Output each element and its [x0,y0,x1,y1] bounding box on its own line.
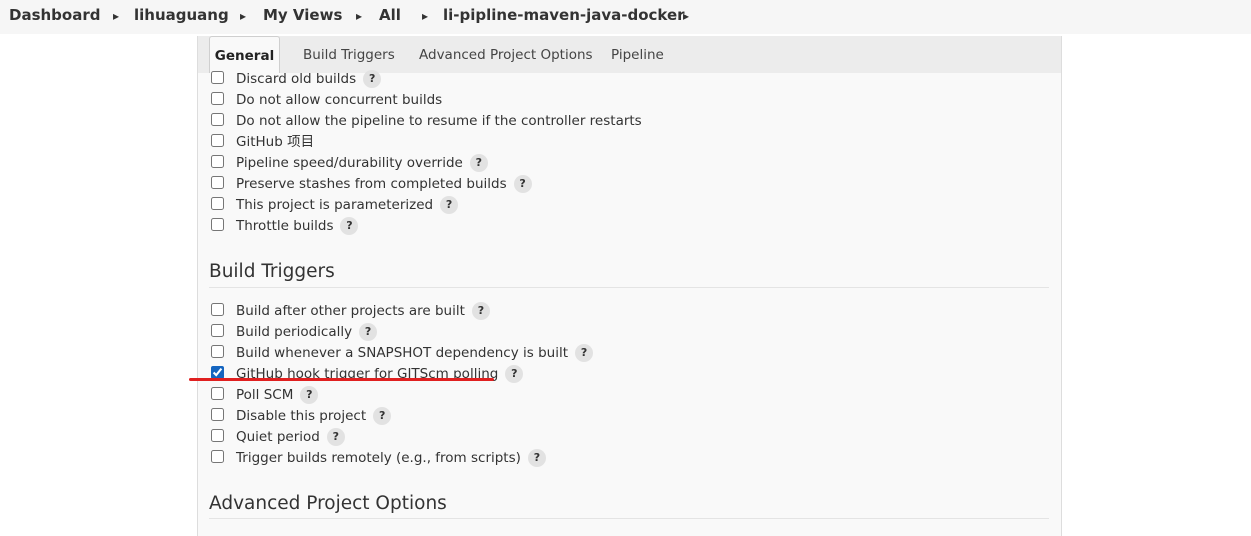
help-icon[interactable]: ? [373,407,392,425]
option-label: GitHub hook trigger for GITScm polling? [236,364,524,384]
option-label: This project is parameterized? [236,195,459,215]
config-panel: General Build Triggers Advanced Project … [197,36,1062,536]
chevron-right-icon[interactable]: ▸ [422,6,428,26]
tab-pipeline[interactable]: Pipeline [611,47,664,63]
option-label: Quiet period? [236,427,345,447]
option-label: Throttle builds? [236,216,359,236]
parameterized-checkbox[interactable] [211,197,224,210]
help-icon[interactable]: ? [505,365,524,383]
section-divider [209,287,1049,288]
breadcrumb-my-views[interactable]: My Views [263,6,342,24]
discard-old-builds-checkbox[interactable] [211,71,224,84]
throttle-builds-checkbox[interactable] [211,218,224,231]
help-icon[interactable]: ? [469,154,488,172]
quiet-period-checkbox[interactable] [211,429,224,442]
poll-scm-checkbox[interactable] [211,387,224,400]
builds-remotely-checkbox[interactable] [211,450,224,463]
chevron-right-icon[interactable]: ▸ [683,6,689,26]
github-project-checkbox[interactable] [211,134,224,147]
build-periodically-checkbox[interactable] [211,324,224,337]
after-other-projects-checkbox[interactable] [211,303,224,316]
help-icon[interactable]: ? [326,428,345,446]
option-label: Build after other projects are built? [236,301,490,321]
durability-override-checkbox[interactable] [211,155,224,168]
option-label: Trigger builds remotely (e.g., from scri… [236,448,546,468]
breadcrumb-all[interactable]: All [379,6,401,24]
option-label: Do not allow concurrent builds [236,92,443,108]
option-label: Preserve stashes from completed builds? [236,174,532,194]
help-icon[interactable]: ? [527,449,546,467]
help-icon[interactable]: ? [575,344,594,362]
chevron-right-icon[interactable]: ▸ [356,6,362,26]
help-icon[interactable]: ? [471,302,490,320]
option-label: Poll SCM? [236,385,319,405]
chevron-right-icon[interactable]: ▸ [113,6,119,26]
breadcrumb: Dashboard ▸ lihuaguang ▸ My Views ▸ All … [0,0,1251,34]
help-icon[interactable]: ? [359,323,378,341]
no-concurrent-builds-checkbox[interactable] [211,92,224,105]
option-label: Disable this project? [236,406,392,426]
annotation-underline [189,378,494,381]
tab-bar: General Build Triggers Advanced Project … [198,36,1061,73]
disable-project-checkbox[interactable] [211,408,224,421]
help-icon[interactable]: ? [340,217,359,235]
breadcrumb-user[interactable]: lihuaguang [134,6,229,24]
option-label: Pipeline speed/durability override? [236,153,488,173]
option-label: Build periodically? [236,322,378,342]
no-resume-checkbox[interactable] [211,113,224,126]
preserve-stashes-checkbox[interactable] [211,176,224,189]
option-label: Discard old builds? [236,69,382,89]
snapshot-dependency-checkbox[interactable] [211,345,224,358]
tab-advanced-project-options[interactable]: Advanced Project Options [419,47,593,63]
build-triggers-heading: Build Triggers [209,261,335,282]
help-icon[interactable]: ? [300,386,319,404]
option-label: GitHub 项目 [236,134,315,150]
section-divider [209,518,1049,519]
option-label: Do not allow the pipeline to resume if t… [236,113,642,129]
option-label: Build whenever a SNAPSHOT dependency is … [236,343,594,363]
help-icon[interactable]: ? [440,196,459,214]
breadcrumb-dashboard[interactable]: Dashboard [9,6,100,24]
advanced-project-options-heading: Advanced Project Options [209,493,447,514]
help-icon[interactable]: ? [363,70,382,88]
tab-build-triggers[interactable]: Build Triggers [303,47,395,63]
help-icon[interactable]: ? [513,175,532,193]
chevron-right-icon[interactable]: ▸ [240,6,246,26]
tab-general[interactable]: General [209,36,280,73]
breadcrumb-job[interactable]: li-pipline-maven-java-docker [443,6,685,24]
